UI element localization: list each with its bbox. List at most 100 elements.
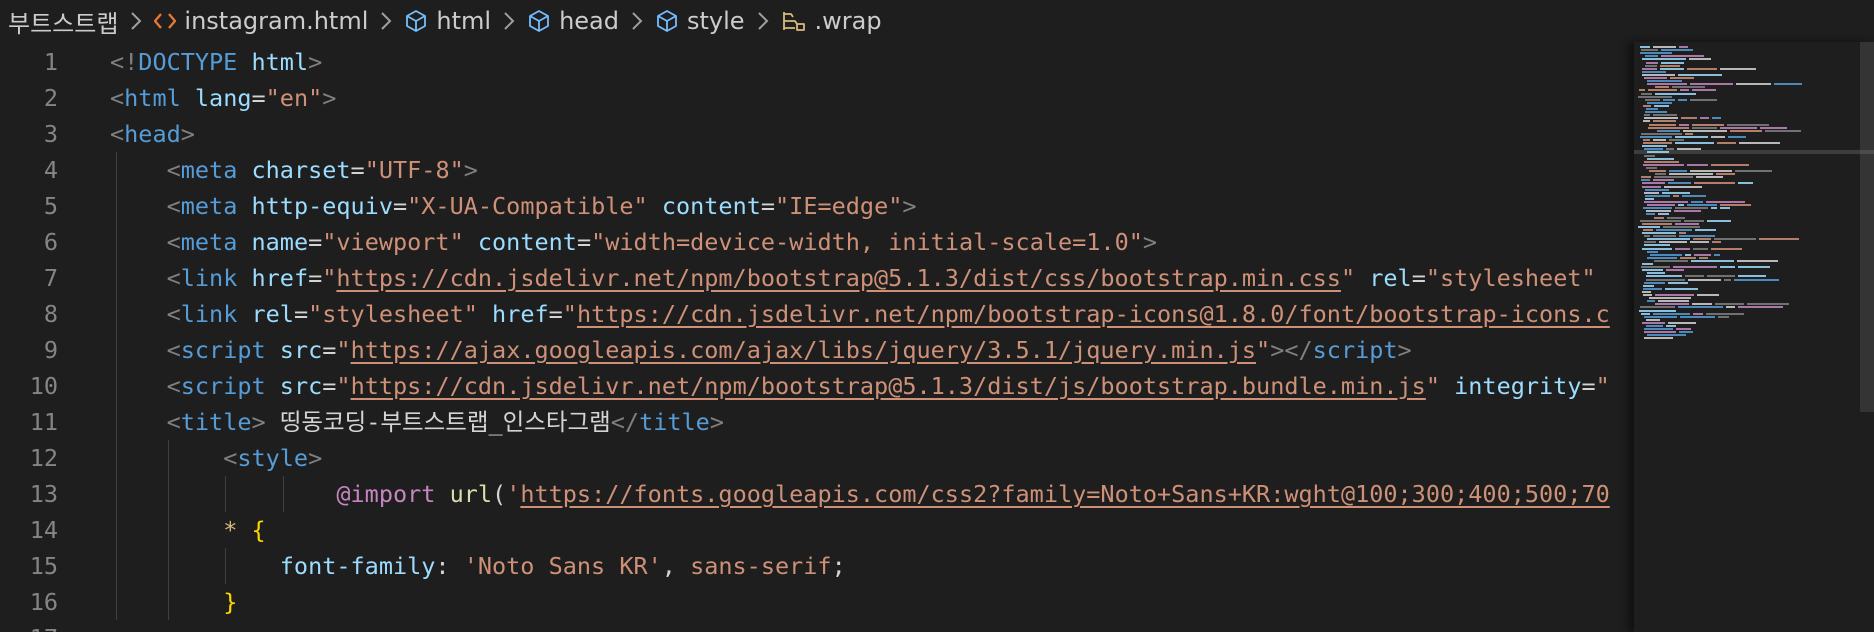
code-token: "stylesheet" (1425, 264, 1596, 292)
minimap-code-line (1638, 225, 1660, 228)
indent-guide (283, 476, 284, 512)
minimap-code-line (1720, 204, 1751, 207)
code-token: > (463, 156, 478, 184)
minimap-code-line (1647, 83, 1687, 86)
minimap-code-line (1655, 303, 1689, 306)
code-line[interactable]: 4 <meta charset="UTF-8"> (0, 152, 1634, 188)
code-token: src (279, 336, 323, 364)
code-token: charset (251, 156, 351, 184)
code-token: < (166, 336, 181, 364)
minimap-code-line (1646, 210, 1671, 213)
code-token: > (308, 48, 323, 76)
minimap-code-line (1648, 126, 1689, 129)
code-line[interactable]: 11 <title> 띵동코딩-부트스트랩_인스타그램</title> (0, 404, 1634, 440)
code-line[interactable]: 7 <link href="https://cdn.jsdelivr.net/n… (0, 260, 1634, 296)
minimap-code-line (1645, 55, 1658, 58)
line-number: 10 (29, 372, 58, 400)
minimap-code-line (1657, 129, 1680, 132)
breadcrumb-item-html[interactable]: html (404, 7, 491, 35)
breadcrumb-item-file[interactable]: instagram.html (154, 7, 368, 35)
code-area[interactable]: 1 <!DOCTYPE html> 2 <html lang="en"> 3 <head>… (0, 42, 1634, 632)
code-line[interactable]: 1 <!DOCTYPE html> (0, 44, 1634, 80)
minimap-code-line (1653, 312, 1690, 315)
code-token: lang (194, 84, 252, 112)
minimap-code-line (1659, 241, 1687, 244)
code-token: = (1581, 372, 1596, 400)
code-line[interactable]: 2 <html lang="en"> (0, 80, 1634, 116)
code-line[interactable]: 12 <style> (0, 440, 1634, 476)
code-token: = (308, 228, 323, 256)
minimap-code-line (1738, 182, 1753, 185)
minimap-code-line (1645, 194, 1670, 197)
code-line[interactable]: 3 <head> (0, 116, 1634, 152)
line-code: <style> (110, 440, 322, 476)
breadcrumb-item-style[interactable]: style (655, 7, 745, 35)
minimap-code-line (1646, 325, 1663, 327)
code-line[interactable]: 17 (0, 620, 1634, 632)
minimap-highlight (1634, 150, 1874, 154)
minimap-code-line (1644, 331, 1676, 334)
code-token: ( (492, 480, 507, 508)
line-number: 13 (29, 480, 58, 508)
code-token: < (166, 156, 181, 184)
minimap-code-line (1639, 309, 1676, 312)
breadcrumb-item-folder[interactable]: 부트스트랩 (8, 4, 118, 39)
code-token: 'Noto Sans KR' (463, 552, 662, 580)
code-line[interactable]: 10 <script src="https://cdn.jsdelivr.net… (0, 368, 1634, 404)
minimap-code-line (1669, 173, 1713, 176)
code-line[interactable]: 8 <link rel="stylesheet" href="https://c… (0, 296, 1634, 332)
line-number: 6 (43, 228, 58, 256)
minimap-code-line (1647, 80, 1682, 83)
code-token: > (1397, 336, 1412, 364)
scrollbar-thumb[interactable] (1860, 42, 1874, 412)
code-line[interactable]: 14 * { (0, 512, 1634, 548)
minimap-code-line (1640, 46, 1650, 48)
code-line[interactable]: 15 font-family: 'Noto Sans KR', sans-ser… (0, 548, 1634, 584)
code-token: html (251, 48, 309, 76)
code-token: style (237, 444, 309, 472)
code-token: rel (1369, 264, 1412, 292)
code-line[interactable]: 9 <script src="https://ajax.googleapis.c… (0, 332, 1634, 368)
minimap-code-line (1661, 61, 1684, 64)
minimap-code-line (1644, 241, 1656, 244)
code-line[interactable]: 6 <meta name="viewport" content="width=d… (0, 224, 1634, 260)
code-line[interactable]: 5 <meta http-equiv="X-UA-Compatible" con… (0, 188, 1634, 224)
breadcrumb-item-wrap[interactable]: .wrap (781, 7, 882, 35)
code-token: " (562, 300, 577, 328)
minimap-code-line (1675, 135, 1708, 138)
minimap-code-line (1669, 139, 1684, 141)
code-line[interactable]: 13 @import url('https://fonts.googleapis… (0, 476, 1634, 512)
code-token: < (166, 228, 181, 256)
minimap-code-line (1706, 201, 1745, 203)
code-line[interactable]: 16 } (0, 584, 1634, 620)
minimap-code-line (1653, 139, 1666, 141)
minimap-code-line (1640, 219, 1681, 222)
minimap-code-line (1676, 328, 1691, 331)
minimap-code-line (1737, 259, 1778, 262)
cube-icon (404, 9, 428, 33)
code-editor[interactable]: 부트스트랩 instagram.html html head style .wr… (0, 0, 1874, 632)
line-code: <link rel="stylesheet" href="https://cdn… (110, 296, 1610, 332)
minimap-code-line (1666, 325, 1676, 327)
line-number: 4 (43, 156, 58, 184)
minimap-code-line (1643, 207, 1672, 210)
code-token: > (308, 444, 323, 472)
breadcrumb-item-head[interactable]: head (527, 7, 619, 35)
line-number: 9 (43, 336, 58, 364)
minimap-code-line (1649, 297, 1691, 300)
minimap-code-line (1714, 238, 1756, 241)
minimap[interactable] (1634, 42, 1874, 632)
cube-icon (527, 9, 551, 33)
code-token: https://ajax.googleapis.com/ajax/libs/jq… (350, 336, 1257, 364)
minimap-code-line (1643, 142, 1672, 145)
code-token: meta (180, 192, 238, 220)
minimap-code-line (1715, 303, 1744, 306)
